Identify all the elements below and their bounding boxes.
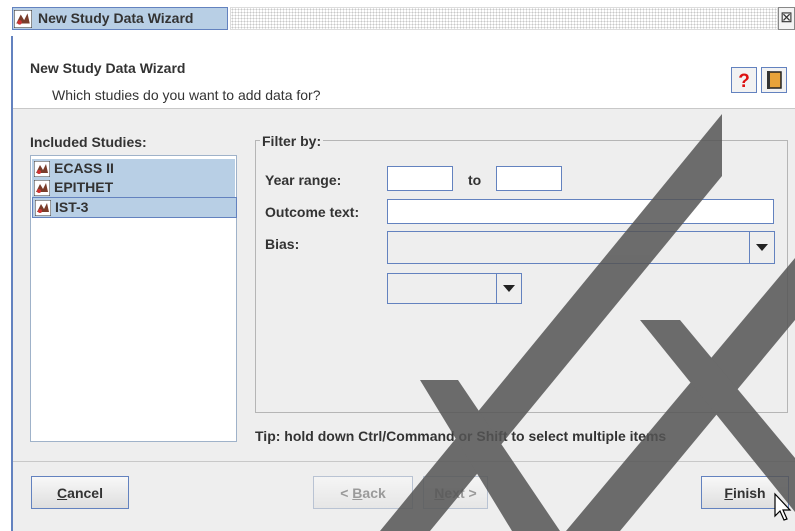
next-label: ext > bbox=[444, 484, 477, 501]
next-mnemonic: N bbox=[434, 484, 445, 501]
outcome-text-label: Outcome text: bbox=[265, 204, 360, 220]
bias-label: Bias: bbox=[265, 236, 300, 252]
study-icon bbox=[35, 200, 51, 216]
list-item[interactable]: IST-3 bbox=[32, 197, 237, 218]
bias-dropdown[interactable] bbox=[387, 231, 775, 264]
wizard-question: Which studies do you want to add data fo… bbox=[52, 87, 321, 103]
finish-label: inish bbox=[732, 484, 766, 501]
bias-level-dropdown[interactable] bbox=[387, 273, 522, 304]
list-item[interactable]: ECASS II bbox=[32, 159, 235, 178]
help-question-icon: ? bbox=[738, 71, 750, 92]
year-from-input[interactable] bbox=[387, 166, 453, 191]
wizard-heading: New Study Data Wizard bbox=[30, 60, 186, 76]
list-item[interactable]: EPITHET bbox=[32, 178, 235, 197]
outcome-text-input[interactable] bbox=[387, 199, 774, 224]
manual-button[interactable] bbox=[761, 67, 787, 93]
finish-mnemonic: F bbox=[724, 484, 733, 501]
study-label: EPITHET bbox=[54, 179, 114, 195]
back-arrow: < bbox=[340, 484, 353, 501]
title-bar-drag-area[interactable] bbox=[230, 7, 778, 30]
footer-divider bbox=[13, 461, 795, 462]
study-label: IST-3 bbox=[55, 199, 89, 215]
mouse-cursor-icon bbox=[774, 492, 792, 521]
study-icon bbox=[34, 180, 50, 196]
close-icon[interactable]: ⊠ bbox=[778, 7, 795, 30]
chevron-down-icon[interactable] bbox=[496, 274, 521, 303]
year-range-label: Year range: bbox=[265, 172, 342, 188]
back-mnemonic: B bbox=[352, 484, 363, 501]
next-button[interactable]: Next > bbox=[423, 476, 488, 509]
cancel-button[interactable]: Cancel bbox=[31, 476, 129, 509]
app-icon bbox=[14, 10, 32, 28]
help-button[interactable]: ? bbox=[731, 67, 757, 93]
filter-group-label: Filter by: bbox=[260, 133, 324, 149]
study-icon bbox=[34, 161, 50, 177]
back-button[interactable]: < Back bbox=[313, 476, 413, 509]
chevron-down-icon[interactable] bbox=[749, 232, 774, 263]
cancel-label: ancel bbox=[67, 484, 103, 501]
svg-text:?: ? bbox=[738, 71, 750, 92]
year-to-input[interactable] bbox=[496, 166, 562, 191]
back-label: ack bbox=[362, 484, 386, 501]
book-icon bbox=[767, 71, 782, 89]
cancel-mnemonic: C bbox=[57, 484, 68, 501]
study-label: ECASS II bbox=[54, 160, 114, 176]
selection-tip: Tip: hold down Ctrl/Command or Shift to … bbox=[255, 428, 667, 444]
year-to-label: to bbox=[468, 172, 482, 188]
studies-list[interactable]: ECASS II EPITHET IST-3 bbox=[30, 155, 237, 442]
window-title: New Study Data Wizard bbox=[38, 10, 194, 26]
included-studies-label: Included Studies: bbox=[30, 134, 147, 150]
